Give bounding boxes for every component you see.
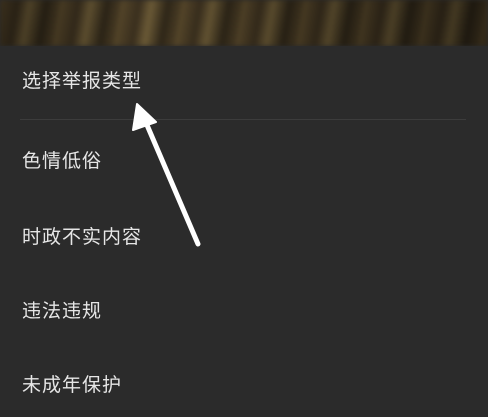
sheet-title: 选择举报类型: [22, 70, 143, 92]
report-option-minor-protection[interactable]: 未成年保护: [0, 354, 488, 410]
report-option-political-false-content[interactable]: 时政不实内容: [0, 206, 488, 262]
option-label: 违法违规: [22, 300, 103, 322]
title-divider: [20, 119, 466, 120]
option-label: 色情低俗: [22, 150, 103, 172]
report-option-illegal[interactable]: 违法违规: [0, 280, 488, 336]
option-label: 未成年保护: [22, 374, 123, 396]
report-type-sheet: 选择举报类型 色情低俗 时政不实内容 违法违规 未成年保护: [0, 46, 488, 417]
background-video-frame: [0, 0, 488, 46]
option-label: 时政不实内容: [22, 226, 143, 248]
report-option-pornographic-vulgar[interactable]: 色情低俗: [0, 130, 488, 186]
